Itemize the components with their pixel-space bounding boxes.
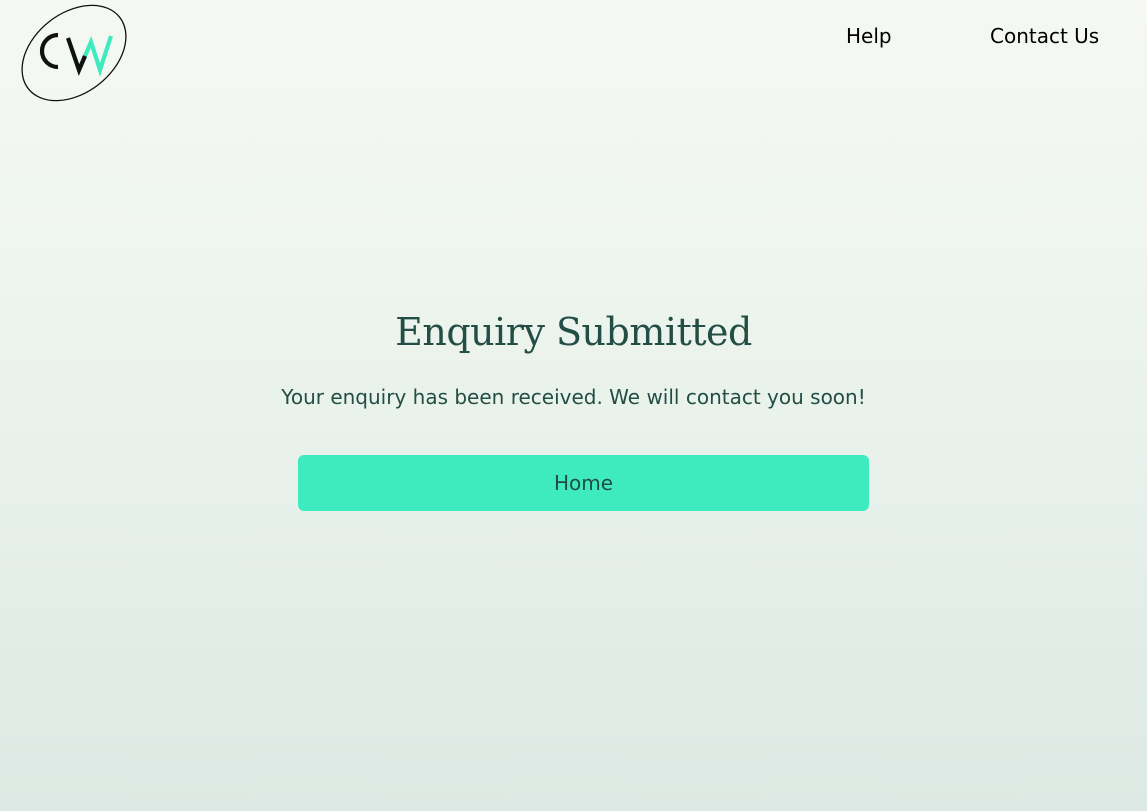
cw-logo-icon bbox=[21, 4, 127, 102]
home-button[interactable]: Home bbox=[298, 455, 869, 511]
confirmation-message: Your enquiry has been received. We will … bbox=[281, 385, 866, 409]
page-title: Enquiry Submitted bbox=[395, 310, 752, 354]
nav-contact-us-link[interactable]: Contact Us bbox=[990, 24, 1099, 48]
nav-help-link[interactable]: Help bbox=[846, 24, 892, 48]
logo[interactable] bbox=[16, 4, 132, 102]
